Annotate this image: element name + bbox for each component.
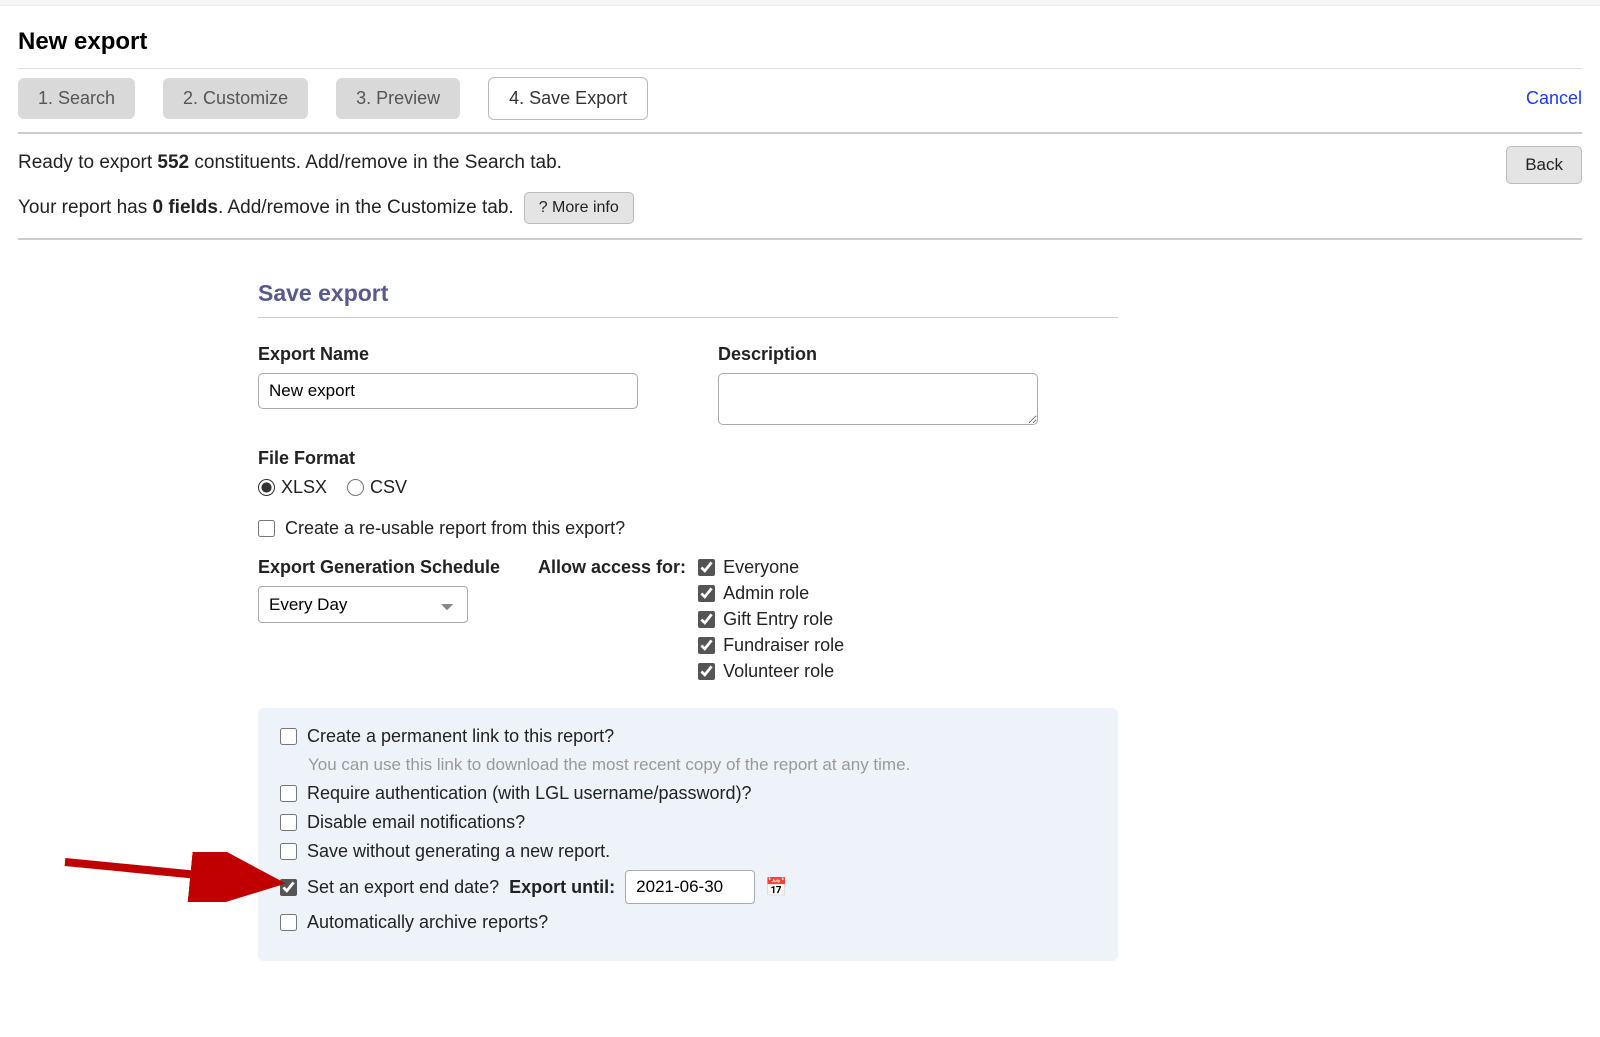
annotation-arrow-icon xyxy=(60,852,290,902)
access-gift-option[interactable]: Gift Entry role xyxy=(698,609,844,630)
file-format-label: File Format xyxy=(258,448,1118,469)
access-gift-checkbox[interactable] xyxy=(698,611,715,628)
access-fundraiser-option[interactable]: Fundraiser role xyxy=(698,635,844,656)
auto-archive-label: Automatically archive reports? xyxy=(307,912,548,933)
require-auth-checkbox[interactable] xyxy=(280,785,297,802)
save-no-gen-checkbox[interactable] xyxy=(280,843,297,860)
advanced-options-box: Create a permanent link to this report? … xyxy=(258,708,1118,961)
format-xlsx-radio[interactable] xyxy=(258,479,275,496)
status-text: . Add/remove in the Customize tab. xyxy=(218,197,514,218)
disable-email-label: Disable email notifications? xyxy=(307,812,525,833)
wizard-tabs: 1. Search 2. Customize 3. Preview 4. Sav… xyxy=(18,68,1582,134)
export-name-label: Export Name xyxy=(258,344,658,365)
status-block: Back Ready to export 552 constituents. A… xyxy=(18,134,1582,240)
export-until-input[interactable] xyxy=(625,870,755,904)
access-label: Allow access for: xyxy=(538,557,686,682)
access-volunteer-checkbox[interactable] xyxy=(698,663,715,680)
page-title: New export xyxy=(18,18,1582,68)
status-text: Your report has xyxy=(18,197,153,218)
access-everyone-checkbox[interactable] xyxy=(698,559,715,576)
tab-save-export[interactable]: 4. Save Export xyxy=(488,77,648,120)
access-admin-option[interactable]: Admin role xyxy=(698,583,844,604)
tab-search[interactable]: 1. Search xyxy=(18,78,135,119)
save-no-gen-label: Save without generating a new report. xyxy=(307,841,610,862)
export-name-input[interactable] xyxy=(258,373,638,409)
access-admin-checkbox[interactable] xyxy=(698,585,715,602)
schedule-select[interactable]: Every Day xyxy=(258,586,468,623)
format-csv-radio[interactable] xyxy=(347,479,364,496)
status-constituent-count: Ready to export 552 constituents. Add/re… xyxy=(18,152,1582,174)
description-label: Description xyxy=(718,344,1118,365)
export-until-label: Export until: xyxy=(509,877,615,898)
disable-email-checkbox[interactable] xyxy=(280,814,297,831)
description-textarea[interactable] xyxy=(718,373,1038,425)
permalink-checkbox[interactable] xyxy=(280,728,297,745)
status-text: Ready to export xyxy=(18,152,157,173)
more-info-button[interactable]: ? More info xyxy=(524,192,634,224)
access-volunteer-option[interactable]: Volunteer role xyxy=(698,661,844,682)
require-auth-label: Require authentication (with LGL usernam… xyxy=(307,783,752,804)
access-everyone-option[interactable]: Everyone xyxy=(698,557,844,578)
section-title: Save export xyxy=(258,280,1118,318)
cancel-link[interactable]: Cancel xyxy=(1526,88,1582,109)
access-fundraiser-checkbox[interactable] xyxy=(698,637,715,654)
format-csv-label: CSV xyxy=(370,477,407,498)
access-admin-label: Admin role xyxy=(723,583,809,604)
permalink-label: Create a permanent link to this report? xyxy=(307,726,614,747)
format-xlsx-label: XLSX xyxy=(281,477,327,498)
constituent-count: 552 xyxy=(157,152,189,173)
access-volunteer-label: Volunteer role xyxy=(723,661,834,682)
access-fundraiser-label: Fundraiser role xyxy=(723,635,844,656)
tab-preview[interactable]: 3. Preview xyxy=(336,78,460,119)
calendar-icon[interactable]: 📅 xyxy=(765,877,787,898)
permalink-hint: You can use this link to download the mo… xyxy=(308,755,1096,775)
status-fields-count: Your report has 0 fields. Add/remove in … xyxy=(18,192,1582,224)
format-csv-option[interactable]: CSV xyxy=(347,477,407,498)
save-export-form: Save export Export Name Description File… xyxy=(258,280,1118,961)
end-date-checkbox[interactable] xyxy=(280,879,297,896)
reusable-checkbox[interactable] xyxy=(258,520,275,537)
schedule-label: Export Generation Schedule xyxy=(258,557,518,578)
field-count: 0 fields xyxy=(153,197,218,218)
status-text: constituents. Add/remove in the Search t… xyxy=(189,152,562,173)
access-everyone-label: Everyone xyxy=(723,557,799,578)
reusable-label: Create a re-usable report from this expo… xyxy=(285,518,625,539)
back-button[interactable]: Back xyxy=(1506,146,1582,184)
format-xlsx-option[interactable]: XLSX xyxy=(258,477,327,498)
tab-customize[interactable]: 2. Customize xyxy=(163,78,308,119)
end-date-label: Set an export end date? xyxy=(307,877,499,898)
access-gift-label: Gift Entry role xyxy=(723,609,833,630)
auto-archive-checkbox[interactable] xyxy=(280,914,297,931)
